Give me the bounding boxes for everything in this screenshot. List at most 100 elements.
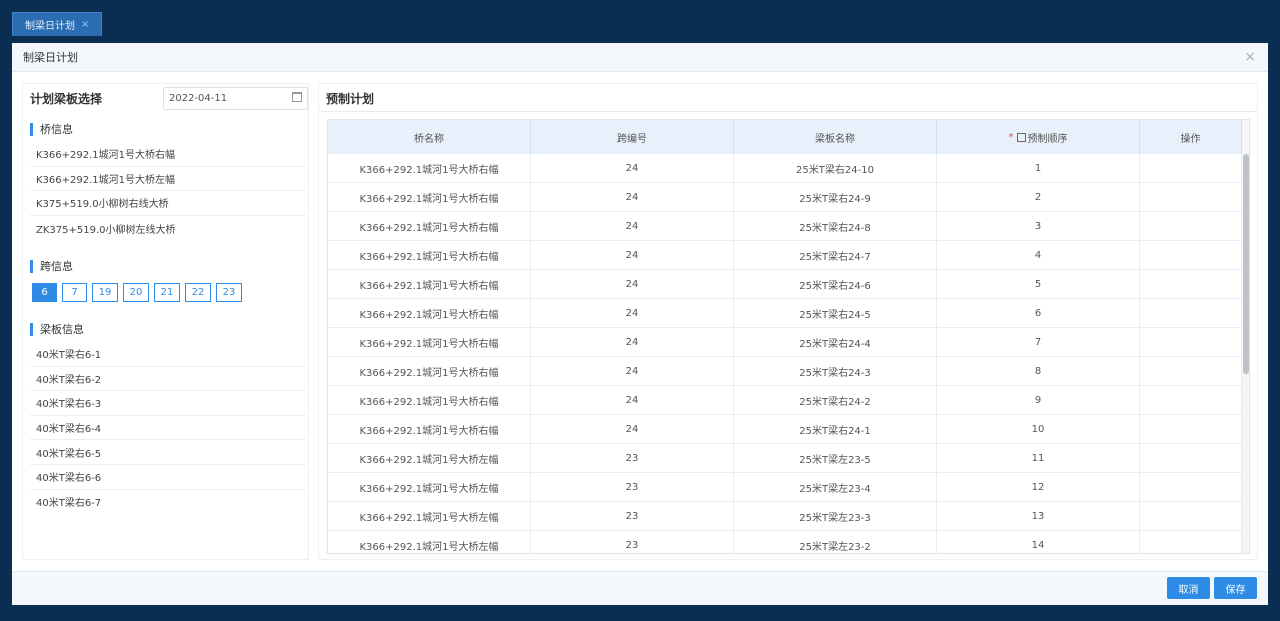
cell-precast-order: 3 <box>937 212 1140 240</box>
bridge-list-item[interactable]: K375+519.0小柳树右线大桥 <box>30 191 306 216</box>
section-marker <box>30 122 33 136</box>
tab-daily-plan[interactable]: 制梁日计划 × <box>12 12 102 36</box>
col-beam-name: 梁板名称 <box>734 120 937 154</box>
cell-actions[interactable] <box>1140 183 1242 211</box>
cell-actions[interactable] <box>1140 415 1242 443</box>
beam-list-item[interactable]: 40米T梁右6-1 <box>30 342 306 367</box>
panel-title: 预制计划 <box>326 92 375 106</box>
span-section-title: 跨信息 <box>30 258 73 274</box>
span-button[interactable]: 7 <box>62 283 87 302</box>
cell-span-no: 24 <box>531 386 734 414</box>
cell-span-no: 23 <box>531 473 734 501</box>
daily-plan-dialog: 制梁日计划 × 计划梁板选择 2022-04-11 桥信息 K366+292.1… <box>12 43 1268 605</box>
bridge-list-item[interactable]: ZK375+519.0小柳树左线大桥 <box>30 216 306 241</box>
cell-actions[interactable] <box>1140 241 1242 269</box>
beam-list-item[interactable]: 40米T梁右6-4 <box>30 416 306 441</box>
section-label: 桥信息 <box>40 123 73 136</box>
cell-bridge-name: K366+292.1城河1号大桥右幅 <box>328 154 531 182</box>
span-button[interactable]: 20 <box>123 283 149 302</box>
cell-bridge-name: K366+292.1城河1号大桥右幅 <box>328 415 531 443</box>
tab-close-icon[interactable]: × <box>81 19 89 30</box>
cell-bridge-name: K366+292.1城河1号大桥右幅 <box>328 299 531 327</box>
table-row: K366+292.1城河1号大桥右幅 24 25米T梁右24-1 10 <box>328 415 1242 444</box>
span-button[interactable]: 22 <box>185 283 211 302</box>
cell-span-no: 24 <box>531 270 734 298</box>
cell-bridge-name: K366+292.1城河1号大桥左幅 <box>328 473 531 501</box>
cell-span-no: 24 <box>531 299 734 327</box>
span-button[interactable]: 23 <box>216 283 242 302</box>
close-icon[interactable]: × <box>1244 49 1256 65</box>
span-button[interactable]: 19 <box>92 283 118 302</box>
scrollbar-thumb[interactable] <box>1243 154 1249 374</box>
bridge-list-item[interactable]: K366+292.1城河1号大桥左幅 <box>30 167 306 192</box>
cell-span-no: 24 <box>531 328 734 356</box>
cell-actions[interactable] <box>1140 328 1242 356</box>
cell-bridge-name: K366+292.1城河1号大桥右幅 <box>328 386 531 414</box>
cell-actions[interactable] <box>1140 531 1242 553</box>
cell-span-no: 24 <box>531 183 734 211</box>
table-row: K366+292.1城河1号大桥右幅 24 25米T梁右24-8 3 <box>328 212 1242 241</box>
cell-span-no: 24 <box>531 241 734 269</box>
cell-beam-name: 25米T梁左23-2 <box>734 531 937 553</box>
edit-icon <box>1016 132 1026 142</box>
span-button[interactable]: 21 <box>154 283 180 302</box>
tab-bar: 制梁日计划 × <box>0 0 1280 38</box>
cancel-button[interactable]: 取消 <box>1167 577 1210 599</box>
beam-list-item[interactable]: 40米T梁右6-5 <box>30 440 306 465</box>
section-marker <box>30 322 33 336</box>
cell-bridge-name: K366+292.1城河1号大桥右幅 <box>328 270 531 298</box>
table-scrollbar[interactable] <box>1242 120 1249 553</box>
cell-actions[interactable] <box>1140 502 1242 530</box>
beam-list-item[interactable]: 40米T梁右6-7 <box>30 490 306 515</box>
dialog-title: 制梁日计划 <box>23 51 78 64</box>
col-precast-order-label: 预制顺序 <box>1027 133 1068 145</box>
cell-precast-order: 10 <box>937 415 1140 443</box>
beam-list-item[interactable]: 40米T梁右6-2 <box>30 367 306 392</box>
cell-beam-name: 25米T梁右24-9 <box>734 183 937 211</box>
beam-list: 40米T梁右6-1 40米T梁右6-2 40米T梁右6-3 40米T梁右6-4 40米T… <box>30 342 306 514</box>
table-row: K366+292.1城河1号大桥左幅 23 25米T梁左23-5 11 <box>328 444 1242 473</box>
cell-beam-name: 25米T梁右24-6 <box>734 270 937 298</box>
cell-bridge-name: K366+292.1城河1号大桥左幅 <box>328 502 531 530</box>
cell-actions[interactable] <box>1140 154 1242 182</box>
cell-actions[interactable] <box>1140 444 1242 472</box>
cell-precast-order: 5 <box>937 270 1140 298</box>
cell-actions[interactable] <box>1140 386 1242 414</box>
cell-bridge-name: K366+292.1城河1号大桥右幅 <box>328 183 531 211</box>
cell-beam-name: 25米T梁左23-5 <box>734 444 937 472</box>
cell-precast-order: 7 <box>937 328 1140 356</box>
cell-precast-order: 9 <box>937 386 1140 414</box>
bridge-list-item[interactable]: K366+292.1城河1号大桥右幅 <box>30 142 306 167</box>
table-row: K366+292.1城河1号大桥右幅 24 25米T梁右24-10 1 <box>328 154 1242 183</box>
cell-precast-order: 4 <box>937 241 1140 269</box>
cell-beam-name: 25米T梁左23-4 <box>734 473 937 501</box>
cell-actions[interactable] <box>1140 212 1242 240</box>
save-button[interactable]: 保存 <box>1214 577 1257 599</box>
panel-title: 计划梁板选择 <box>30 92 103 106</box>
bridge-list: K366+292.1城河1号大桥右幅 K366+292.1城河1号大桥左幅 K375… <box>30 142 306 240</box>
cell-beam-name: 25米T梁右24-8 <box>734 212 937 240</box>
cell-precast-order: 14 <box>937 531 1140 553</box>
table-header: 桥名称 跨编号 梁板名称 * 预制顺序 操作 <box>328 120 1242 154</box>
cell-beam-name: 25米T梁右24-3 <box>734 357 937 385</box>
span-button[interactable]: 6 <box>32 283 57 302</box>
beam-section-title: 梁板信息 <box>30 321 84 337</box>
table-row: K366+292.1城河1号大桥右幅 24 25米T梁右24-9 2 <box>328 183 1242 212</box>
beam-list-item[interactable]: 40米T梁右6-6 <box>30 465 306 490</box>
cell-precast-order: 11 <box>937 444 1140 472</box>
cell-precast-order: 2 <box>937 183 1140 211</box>
cell-actions[interactable] <box>1140 270 1242 298</box>
cell-beam-name: 25米T梁右24-5 <box>734 299 937 327</box>
cell-span-no: 24 <box>531 154 734 182</box>
cell-beam-name: 25米T梁左23-3 <box>734 502 937 530</box>
table-row: K366+292.1城河1号大桥右幅 24 25米T梁右24-6 5 <box>328 270 1242 299</box>
cell-actions[interactable] <box>1140 357 1242 385</box>
section-marker <box>30 259 33 273</box>
date-picker[interactable]: 2022-04-11 <box>163 87 308 110</box>
cell-actions[interactable] <box>1140 473 1242 501</box>
span-button-group: 6 7 19 20 21 22 23 <box>32 283 247 302</box>
table-row: K366+292.1城河1号大桥左幅 23 25米T梁左23-2 14 <box>328 531 1242 553</box>
beam-list-item[interactable]: 40米T梁右6-3 <box>30 391 306 416</box>
cell-actions[interactable] <box>1140 299 1242 327</box>
cell-span-no: 24 <box>531 212 734 240</box>
